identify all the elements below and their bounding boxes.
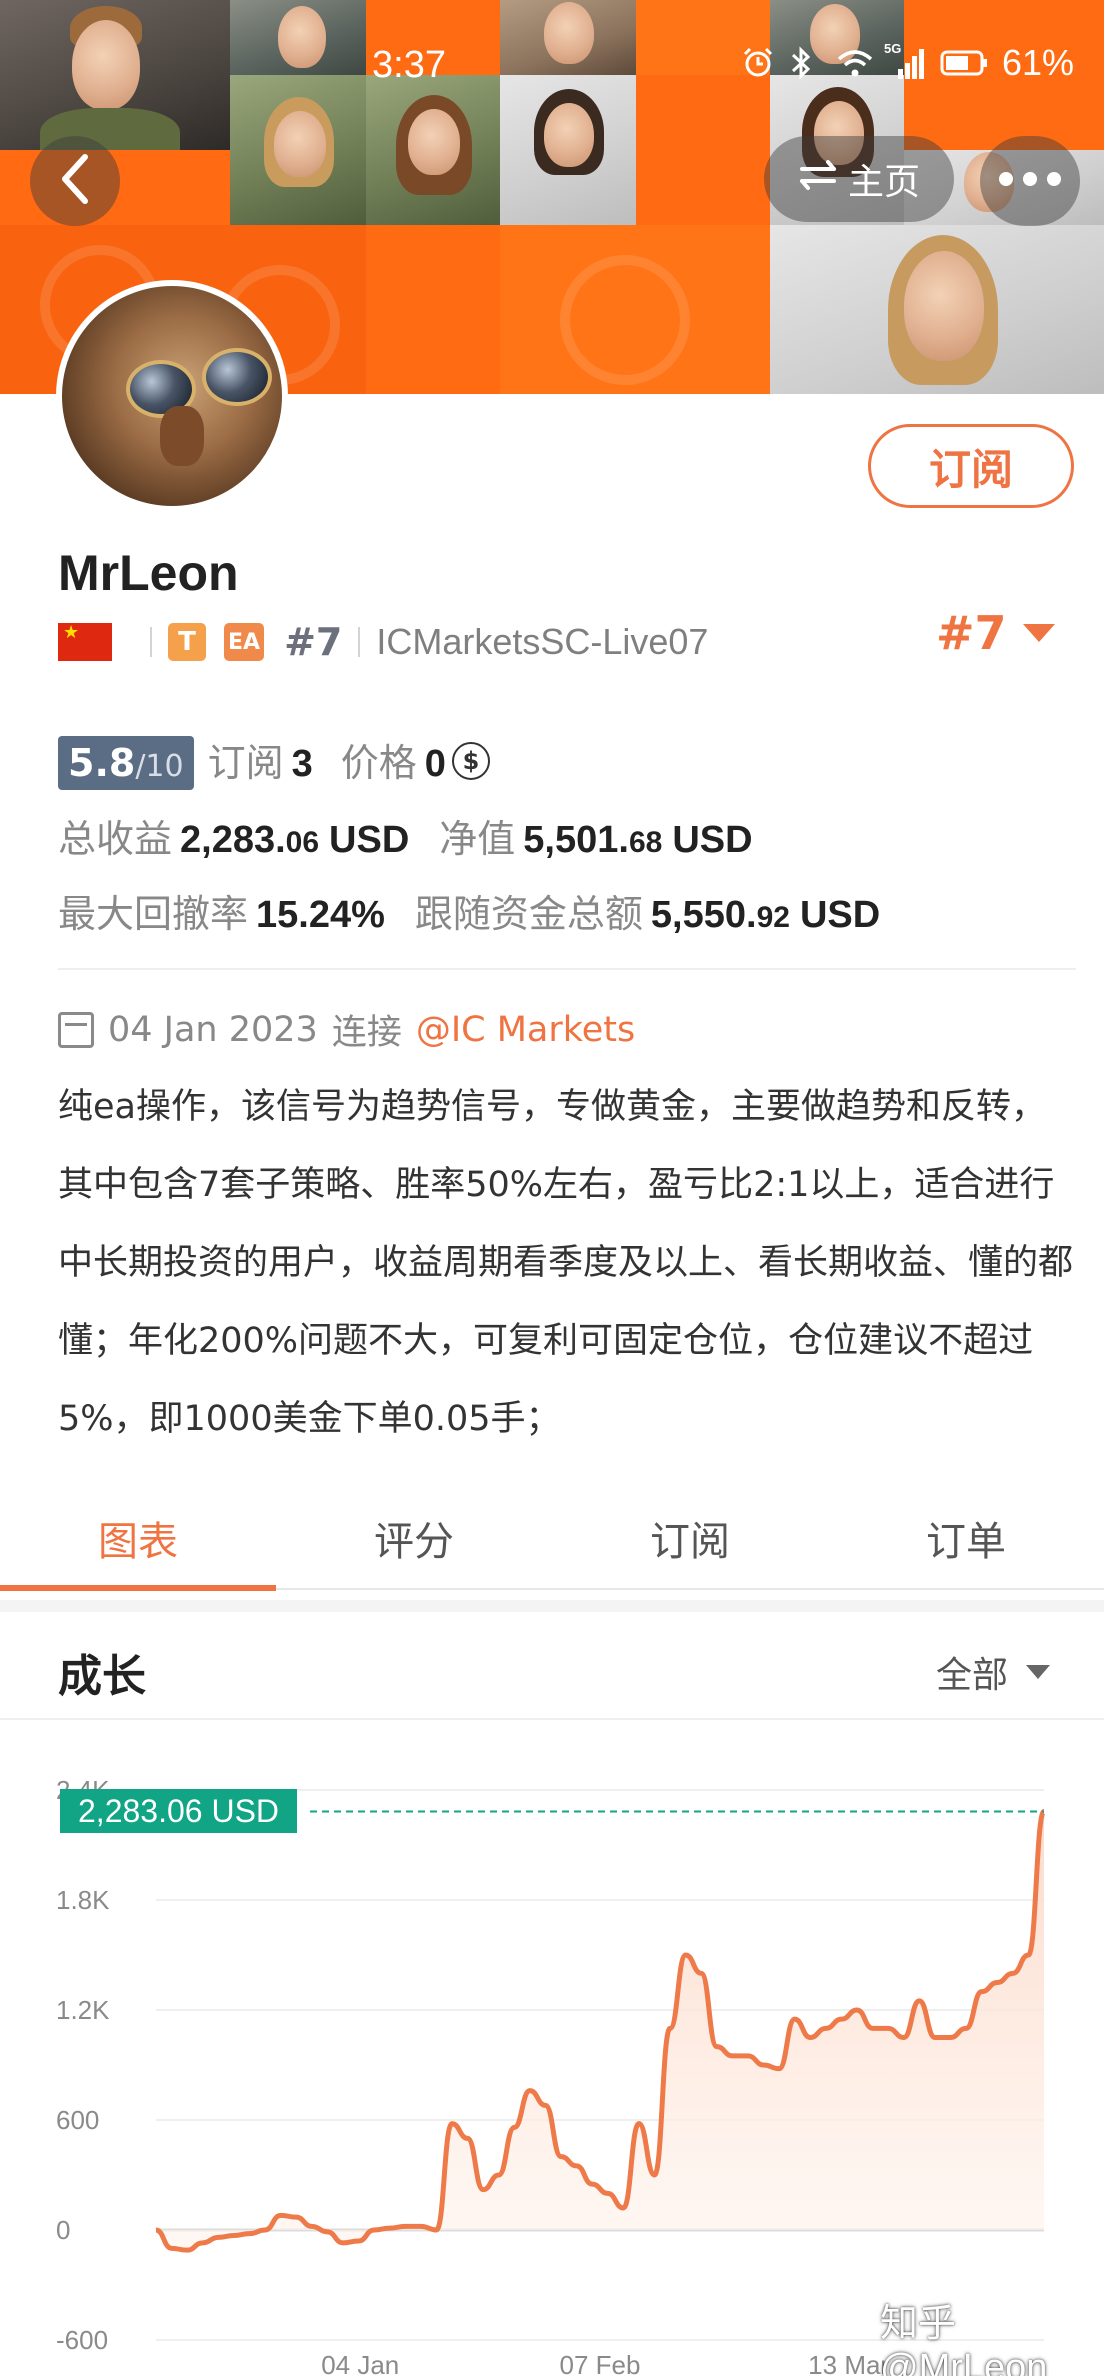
subscribe-button[interactable]: 订阅 — [868, 424, 1074, 508]
broker-server: ICMarketsSC-Live07 — [376, 621, 709, 662]
banner-photo — [366, 75, 500, 225]
back-button[interactable] — [30, 136, 120, 226]
subscriptions-label: 订阅 — [207, 741, 284, 785]
rank-badge: #7 — [284, 620, 343, 664]
banner-pattern — [500, 225, 770, 394]
banner-photo — [230, 0, 366, 75]
stats-row: 5.8 /10 订阅 3 价格 0 $ — [58, 732, 490, 790]
equity-label: 净值 — [439, 817, 516, 861]
equity-value: 5,501. — [523, 819, 629, 861]
total-profit-cents: 06 — [285, 826, 320, 859]
growth-chart: 2.4K1.8K1.2K6000-60004 Jan07 Feb13 Mar 2… — [0, 1730, 1104, 2376]
flag-icon — [58, 622, 112, 661]
x-tick-label: 04 Jan — [321, 2350, 399, 2376]
coin-icon: $ — [451, 742, 490, 780]
tab-orders[interactable]: 订单 — [828, 1488, 1104, 1588]
price-value: 0 — [424, 743, 446, 785]
current-value-label: 2,283.06 USD — [60, 1789, 298, 1834]
home-icon — [798, 157, 838, 202]
total-profit-value: 2,283. — [180, 819, 286, 861]
y-tick-label: 1.2K — [56, 1995, 110, 2025]
banner-photo — [500, 75, 636, 225]
home-button[interactable]: 主页 — [764, 136, 954, 222]
rank-value: #7 — [936, 606, 1007, 660]
connection-info: 04 Jan 2023 连接 @IC Markets — [58, 1004, 635, 1055]
tag-t: T — [168, 623, 206, 661]
y-tick-label: 1.8K — [56, 1885, 110, 1915]
growth-header: 成长 全部 — [0, 1600, 1104, 1720]
banner-photo — [770, 225, 1104, 394]
max-drawdown-value: 15.24% — [256, 894, 385, 936]
divider — [58, 968, 1076, 970]
bluetooth-icon — [788, 45, 824, 81]
tab-rating[interactable]: 评分 — [276, 1488, 552, 1588]
tab-bar: 图表 评分 订阅 订单 — [0, 1488, 1104, 1591]
section-title: 成长 — [58, 1651, 146, 1702]
battery-icon — [940, 45, 990, 81]
follow-funds-label: 跟随资金总额 — [414, 892, 643, 936]
connect-date: 04 Jan 2023 — [108, 1009, 318, 1050]
follow-funds-value: 5,550. — [650, 894, 757, 936]
subscriptions-value: 3 — [291, 743, 313, 785]
divider — [358, 627, 361, 657]
more-icon — [998, 171, 1062, 191]
wifi-icon — [836, 45, 873, 81]
badge-row: T EA #7 ICMarketsSC-Live07 — [58, 618, 708, 666]
y-tick-label: 600 — [56, 2105, 99, 2135]
stats-row: 最大回撤率 15.24% 跟随资金总额 5,550. 92 USD — [58, 883, 880, 938]
battery-level: 61% — [1002, 42, 1075, 83]
avatar — [56, 280, 288, 512]
banner-photo — [0, 0, 230, 150]
tab-subscriptions[interactable]: 订阅 — [552, 1488, 828, 1588]
range-label: 全部 — [936, 1655, 1009, 1696]
caret-down-icon — [1022, 624, 1055, 642]
caret-down-icon — [1026, 1665, 1051, 1679]
divider — [150, 627, 152, 657]
tab-chart[interactable]: 图表 — [0, 1488, 276, 1591]
price-label: 价格 — [340, 741, 417, 785]
home-label: 主页 — [847, 162, 920, 203]
range-select[interactable]: 全部 — [936, 1646, 1051, 1698]
connect-label: 连接 — [331, 1013, 402, 1053]
rank-dropdown[interactable]: #7 — [936, 606, 1055, 660]
banner-photo — [500, 0, 636, 75]
score-denominator: /10 — [135, 749, 184, 784]
username: MrLeon — [58, 545, 239, 601]
stats-row: 总收益 2,283. 06 USD 净值 5,501. 68 USD — [58, 808, 753, 863]
avatar-glasses — [202, 348, 272, 406]
watermark: 知乎 @MrLeon — [880, 2303, 1048, 2376]
broker-link[interactable]: @IC Markets — [416, 1010, 635, 1050]
y-tick-label: 0 — [56, 2215, 70, 2245]
equity-unit: USD — [672, 819, 753, 861]
x-tick-label: 13 Mar — [808, 2350, 889, 2376]
more-button[interactable] — [980, 136, 1080, 226]
status-icons: 5G 61% — [740, 40, 1074, 86]
y-tick-label: -600 — [56, 2325, 108, 2355]
score-value: 5.8 — [68, 741, 136, 785]
alarm-icon — [740, 45, 776, 81]
calendar-icon — [58, 1011, 94, 1048]
equity-cents: 68 — [628, 826, 663, 859]
signal-icon: 5G — [884, 41, 928, 81]
back-icon — [55, 151, 95, 211]
banner-photo — [230, 75, 366, 225]
follow-funds-unit: USD — [799, 894, 881, 936]
max-drawdown-label: 最大回撤率 — [58, 892, 249, 936]
total-profit-unit: USD — [329, 819, 410, 861]
status-time: 3:37 — [372, 44, 446, 86]
tag-ea: EA — [224, 623, 265, 661]
banner-pattern — [366, 225, 500, 394]
score-badge: 5.8 /10 — [58, 736, 194, 790]
signal-description: 纯ea操作，该信号为趋势信号，专做黄金，主要做趋势和反转，其中包含7套子策略、胜… — [58, 1087, 1074, 1439]
x-tick-label: 07 Feb — [560, 2350, 641, 2376]
total-profit-label: 总收益 — [58, 817, 173, 861]
follow-funds-cents: 92 — [756, 901, 790, 934]
